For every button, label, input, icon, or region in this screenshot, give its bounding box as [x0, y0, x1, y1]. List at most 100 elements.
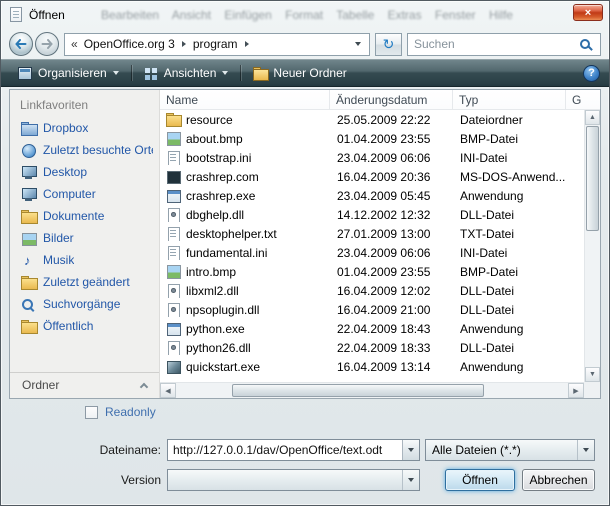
address-bar[interactable]: « OpenOffice.org 3 program [64, 33, 370, 56]
file-name: dbghelp.dll [186, 208, 244, 222]
table-row[interactable]: bootstrap.ini23.04.2009 06:06INI-Datei [160, 148, 584, 167]
file-type: BMP-Datei [453, 265, 566, 279]
dialog-title: Öffnen [29, 8, 65, 22]
scroll-up-button[interactable] [585, 110, 600, 125]
sidebar-item-label: Suchvorgänge [43, 297, 120, 311]
table-row[interactable]: dbghelp.dll14.12.2002 12:32DLL-Datei [160, 205, 584, 224]
readonly-label: Readonly [105, 405, 156, 419]
refresh-button[interactable]: ↻ [375, 33, 402, 56]
filename-dropdown-button[interactable] [402, 440, 419, 460]
column-header-name[interactable]: Name [160, 90, 330, 110]
sidebar-item-label: Computer [43, 187, 96, 201]
sidebar-item-desktop[interactable]: Desktop [10, 161, 159, 183]
folders-label: Ordner [22, 378, 59, 392]
list-header: Name Änderungsdatum Typ G [160, 90, 600, 110]
favorites-header: Linkfavoriten [10, 90, 159, 117]
column-header-date[interactable]: Änderungsdatum [330, 90, 453, 110]
address-history-dropdown[interactable] [350, 42, 366, 46]
file-date: 16.04.2009 12:02 [330, 284, 453, 298]
organize-button[interactable]: Organisieren [10, 62, 127, 84]
pictures-icon [21, 232, 36, 245]
vertical-scrollbar[interactable] [584, 110, 600, 382]
cancel-button[interactable]: Abbrechen [522, 469, 595, 491]
table-row[interactable]: python.exe22.04.2009 18:43Anwendung [160, 319, 584, 338]
filename-combobox[interactable] [167, 439, 420, 461]
filetype-dropdown-button[interactable] [577, 440, 594, 460]
sidebar-item-dropbox[interactable]: Dropbox [10, 117, 159, 139]
sidebar-item-label: Dropbox [43, 121, 88, 135]
file-type: Anwendung [453, 360, 566, 374]
sidebar-item-label: Zuletzt besuchte Orte [43, 143, 153, 157]
filename-input[interactable] [168, 440, 402, 460]
table-row[interactable]: crashrep.exe23.04.2009 05:45Anwendung [160, 186, 584, 205]
readonly-checkbox-row[interactable]: Readonly [85, 405, 156, 419]
table-row[interactable]: resource25.05.2009 22:22Dateiordner [160, 110, 584, 129]
scroll-down-button[interactable] [585, 367, 600, 382]
vertical-scroll-thumb[interactable] [586, 126, 599, 231]
file-icon [166, 246, 180, 259]
table-row[interactable]: desktophelper.txt27.01.2009 13:00TXT-Dat… [160, 224, 584, 243]
file-icon [166, 189, 180, 202]
file-icon [166, 170, 180, 183]
column-header-type[interactable]: Typ [453, 90, 566, 110]
table-row[interactable]: libxml2.dll16.04.2009 12:02DLL-Datei [160, 281, 584, 300]
sidebar-item-public[interactable]: Öffentlich [10, 315, 159, 337]
file-icon [166, 284, 180, 297]
scroll-left-button[interactable] [160, 383, 176, 398]
public-icon [21, 320, 36, 333]
file-icon [166, 132, 180, 145]
filetype-combobox[interactable]: Alle Dateien (*.*) [425, 439, 595, 461]
horizontal-scroll-thumb[interactable] [232, 384, 484, 397]
file-type: DLL-Datei [453, 341, 566, 355]
sidebar-item-recent-places[interactable]: Zuletzt besuchte Orte [10, 139, 159, 161]
table-row[interactable]: crashrep.com16.04.2009 20:36MS-DOS-Anwen… [160, 167, 584, 186]
column-header-size[interactable]: G [566, 90, 600, 110]
sidebar-item-recent-changed[interactable]: Zuletzt geändert [10, 271, 159, 293]
sidebar-item-music[interactable]: Musik [10, 249, 159, 271]
breadcrumb-item-program[interactable]: program [189, 35, 242, 53]
file-name: resource [186, 113, 233, 127]
file-name: libxml2.dll [186, 284, 239, 298]
sidebar-item-searches[interactable]: Suchvorgänge [10, 293, 159, 315]
file-type: Anwendung [453, 189, 566, 203]
file-type: TXT-Datei [453, 227, 566, 241]
table-row[interactable]: about.bmp01.04.2009 23:55BMP-Datei [160, 129, 584, 148]
open-button[interactable]: Öffnen [445, 469, 515, 491]
titlebar: Öffnen Bearbeiten Ansicht Einfügen Forma… [1, 1, 609, 29]
folders-expander[interactable]: Ordner [10, 372, 159, 398]
forward-button[interactable] [35, 32, 59, 56]
readonly-checkbox[interactable] [85, 406, 98, 419]
back-button[interactable] [9, 32, 33, 56]
sidebar-item-label: Zuletzt geändert [43, 275, 130, 289]
table-row[interactable]: npsoplugin.dll16.04.2009 21:00DLL-Datei [160, 300, 584, 319]
chevron-down-icon [408, 448, 414, 452]
search-icon[interactable] [580, 39, 590, 49]
organize-icon [18, 67, 32, 80]
version-dropdown-button[interactable] [402, 470, 419, 490]
breadcrumb-item-openoffice[interactable]: OpenOffice.org 3 [80, 35, 179, 53]
search-input[interactable] [414, 37, 576, 51]
sidebar-item-pictures[interactable]: Bilder [10, 227, 159, 249]
sidebar-item-computer[interactable]: Computer [10, 183, 159, 205]
version-combobox[interactable] [167, 469, 420, 491]
help-button[interactable]: ? [583, 65, 600, 82]
open-dialog: Öffnen Bearbeiten Ansicht Einfügen Forma… [0, 0, 610, 506]
sidebar-item-documents[interactable]: Dokumente [10, 205, 159, 227]
file-name: bootstrap.ini [186, 151, 251, 165]
table-row[interactable]: fundamental.ini23.04.2009 06:06INI-Datei [160, 243, 584, 262]
dropbox-icon [21, 122, 36, 135]
new-folder-button[interactable]: Neuer Ordner [245, 62, 354, 84]
filename-label: Dateiname: [43, 443, 161, 457]
table-row[interactable]: intro.bmp01.04.2009 23:55BMP-Datei [160, 262, 584, 281]
scroll-right-button[interactable] [568, 383, 584, 398]
table-row[interactable]: quickstart.exe16.04.2009 13:14Anwendung [160, 357, 584, 376]
horizontal-scrollbar[interactable] [160, 382, 584, 398]
sidebar-item-label: Bilder [43, 231, 74, 245]
close-icon: × [585, 7, 591, 19]
sidebar-item-label: Musik [43, 253, 74, 267]
views-button[interactable]: Ansichten [136, 62, 237, 84]
file-date: 23.04.2009 05:45 [330, 189, 453, 203]
close-button[interactable]: × [573, 4, 603, 21]
table-row[interactable]: python26.dll22.04.2009 18:33DLL-Datei [160, 338, 584, 357]
breadcrumb-overflow-chevron[interactable]: « [71, 37, 78, 51]
